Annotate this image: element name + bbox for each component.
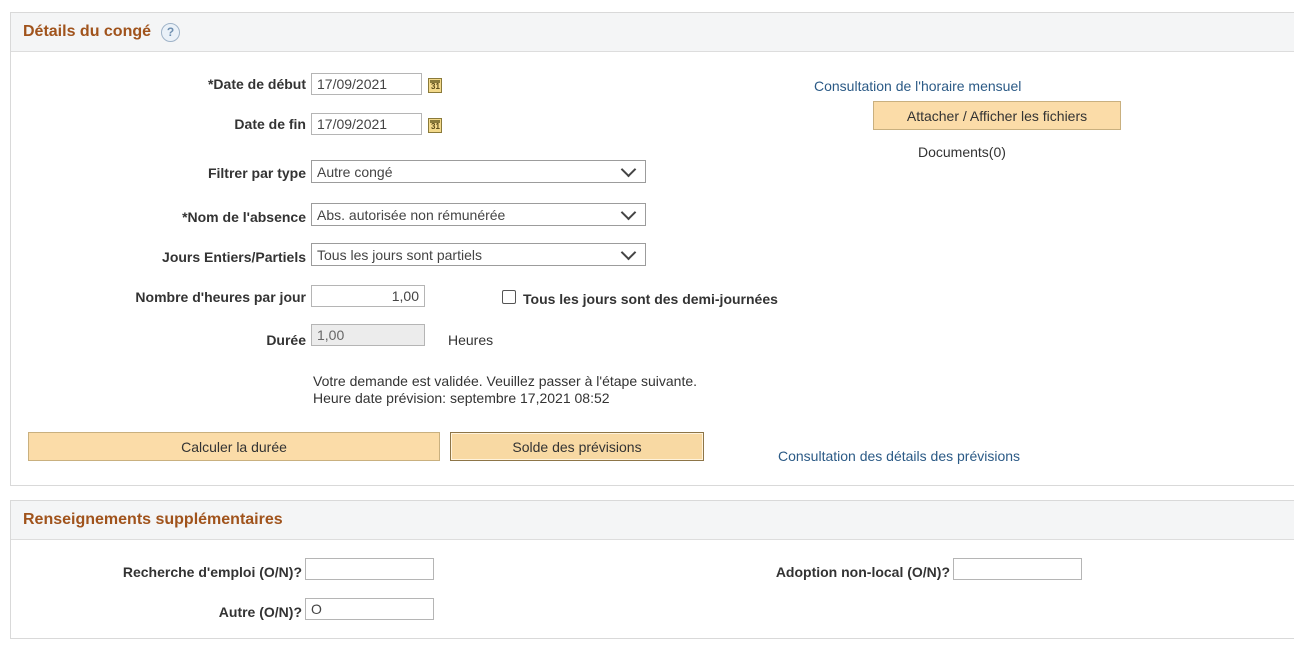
- half-days-checkbox[interactable]: [502, 290, 516, 304]
- end-date-label: Date de fin: [234, 116, 306, 132]
- start-date-label: *Date de début: [207, 76, 306, 92]
- duration-unit: Heures: [448, 332, 494, 348]
- other-input[interactable]: [305, 598, 434, 620]
- forecast-details-link[interactable]: Consultation des détails des prévisions: [778, 448, 1020, 464]
- job-search-label: Recherche d'emploi (O/N)?: [122, 564, 302, 580]
- extra-info-title: Renseignements supplémentaires: [23, 511, 283, 528]
- filter-type-value: Autre congé: [317, 163, 393, 180]
- hours-per-day-label: Nombre d'heures par jour: [135, 289, 306, 305]
- duration-input: [311, 324, 425, 346]
- calendar-icon[interactable]: [428, 118, 442, 133]
- extra-info-header: Renseignements supplémentaires: [11, 501, 1294, 540]
- chevron-down-icon: [620, 161, 637, 177]
- end-date-input[interactable]: [311, 113, 422, 135]
- attach-files-button[interactable]: Attacher / Afficher les fichiers: [873, 101, 1121, 130]
- help-icon[interactable]: ?: [161, 22, 181, 42]
- filter-type-select[interactable]: Autre congé: [311, 160, 646, 183]
- adoption-label: Adoption non-local (O/N)?: [775, 564, 950, 580]
- calculate-duration-button[interactable]: Calculer la durée: [28, 432, 440, 461]
- duration-label: Durée: [266, 332, 306, 348]
- partial-days-select[interactable]: Tous les jours sont partiels: [311, 243, 646, 266]
- hours-per-day-input[interactable]: [311, 285, 425, 307]
- absence-name-select[interactable]: Abs. autorisée non rémunérée: [311, 203, 646, 226]
- leave-details-title: Détails du congé: [23, 23, 152, 40]
- other-label: Autre (O/N)?: [218, 604, 302, 620]
- filter-type-label: Filtrer par type: [207, 165, 306, 181]
- calendar-icon[interactable]: [428, 78, 442, 93]
- partial-days-value: Tous les jours sont partiels: [317, 246, 482, 263]
- leave-details-header: Détails du congé ?: [11, 13, 1294, 52]
- start-date-input[interactable]: [311, 73, 422, 95]
- adoption-input[interactable]: [953, 558, 1082, 580]
- chevron-down-icon: [620, 204, 637, 220]
- job-search-input[interactable]: [305, 558, 434, 580]
- half-days-label: Tous les jours sont des demi-journées: [523, 291, 778, 307]
- validation-message: Votre demande est validée. Veuillez pass…: [313, 373, 698, 389]
- absence-name-label: *Nom de l'absence: [182, 209, 306, 225]
- chevron-down-icon: [620, 244, 637, 260]
- monthly-schedule-link[interactable]: Consultation de l'horaire mensuel: [814, 78, 1021, 94]
- forecast-datetime: Heure date prévision: septembre 17,2021 …: [313, 390, 610, 406]
- partial-days-label: Jours Entiers/Partiels: [162, 249, 306, 265]
- forecast-balance-button[interactable]: Solde des prévisions: [450, 432, 704, 461]
- documents-count: Documents(0): [918, 144, 1006, 160]
- absence-name-value: Abs. autorisée non rémunérée: [317, 206, 506, 223]
